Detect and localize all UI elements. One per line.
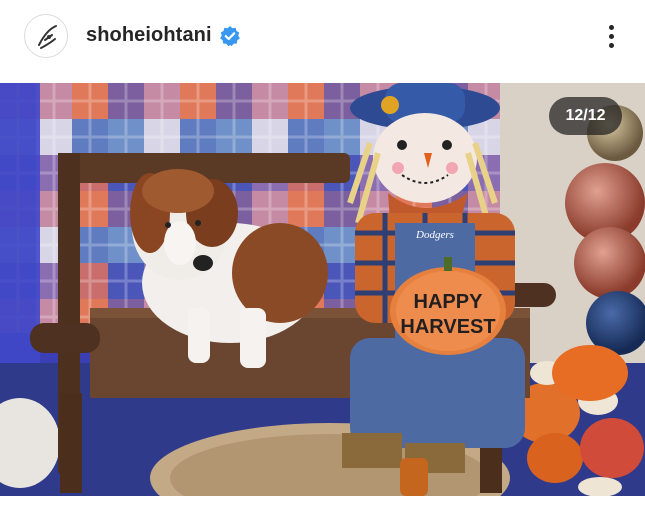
signature-logo-icon (38, 25, 57, 49)
post-header: shoheiohtani (0, 0, 645, 82)
slide-counter: 12/12 (549, 97, 622, 135)
post-image: HAPPY HARVEST Dodgers (0, 83, 645, 496)
jersey-text: Dodgers (415, 229, 454, 241)
post-photo[interactable]: HAPPY HARVEST Dodgers (0, 83, 645, 496)
post-footer (0, 496, 645, 511)
sign-line-1: HAPPY (414, 291, 484, 313)
username-link[interactable]: shoheiohtani (86, 24, 212, 47)
more-options-button[interactable] (600, 22, 624, 52)
more-options-icon (609, 25, 614, 30)
sign-line-2: HARVEST (400, 316, 495, 338)
verified-badge-icon (220, 26, 240, 47)
profile-avatar[interactable] (24, 14, 68, 58)
